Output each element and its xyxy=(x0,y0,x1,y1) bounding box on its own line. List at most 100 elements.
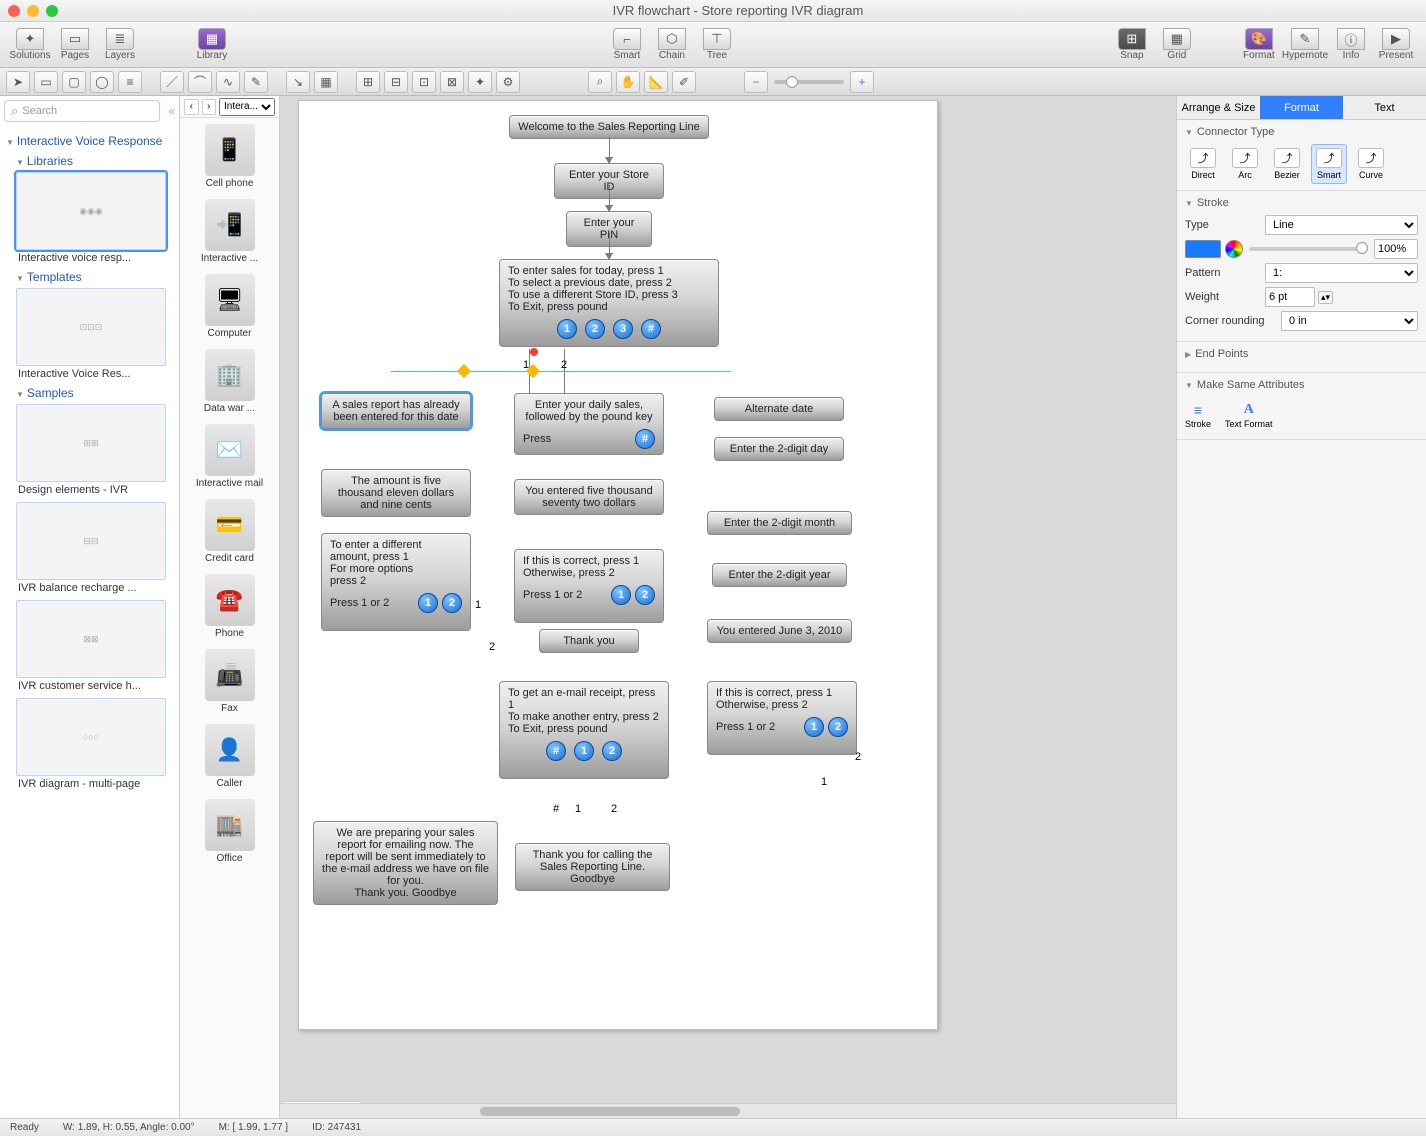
same-textformat-button[interactable]: AText Format xyxy=(1225,401,1273,429)
pen-tool[interactable]: ✎ xyxy=(244,71,268,93)
waypoint-icon[interactable] xyxy=(457,364,471,378)
library-thumbnail[interactable]: ◉◉◉ xyxy=(16,172,166,250)
same-stroke-button[interactable]: ≡Stroke xyxy=(1185,401,1211,429)
section-connector-type[interactable]: Connector Type xyxy=(1185,126,1418,138)
pattern-select[interactable]: 1: xyxy=(1265,263,1418,283)
node-enter-sales[interactable]: Enter your daily sales, followed by the … xyxy=(514,393,664,455)
chain-connector-button[interactable]: ⬡Chain xyxy=(650,28,694,61)
connector-option-arc[interactable]: ⤴Arc xyxy=(1227,144,1263,184)
lib-back-icon[interactable]: ‹ xyxy=(184,99,199,115)
library-item[interactable]: 📲Interactive ... xyxy=(182,199,277,264)
section-endpoints[interactable]: End Points xyxy=(1185,348,1418,360)
opacity-slider[interactable] xyxy=(1249,247,1368,251)
tree-root[interactable]: Interactive Voice Response xyxy=(6,134,173,148)
node-already-entered[interactable]: A sales report has already been entered … xyxy=(321,393,471,429)
color-picker-icon[interactable] xyxy=(1225,240,1243,258)
section-same-attr[interactable]: Make Same Attributes xyxy=(1185,379,1418,391)
node-correct-2[interactable]: If this is correct, press 1 Otherwise, p… xyxy=(707,681,857,755)
solutions-button[interactable]: ✦Solutions xyxy=(8,28,52,61)
zoom-slider[interactable]: − + xyxy=(744,71,874,93)
arc-tool[interactable]: ⌒ xyxy=(188,71,212,93)
lib-fwd-icon[interactable]: › xyxy=(202,99,217,115)
align-tool[interactable]: ⊞ xyxy=(356,71,380,93)
table-tool[interactable]: ▦ xyxy=(314,71,338,93)
line-tool[interactable]: ／ xyxy=(160,71,184,93)
info-button[interactable]: ⓘInfo xyxy=(1329,28,1373,61)
rect-tool[interactable]: ▢ xyxy=(62,71,86,93)
node-mainmenu[interactable]: To enter sales for today, press 1 To sel… xyxy=(499,259,719,347)
settings-tool[interactable]: ⚙ xyxy=(496,71,520,93)
stroke-type-select[interactable]: Line xyxy=(1265,215,1418,235)
library-item[interactable]: ✉️Interactive mail xyxy=(182,424,277,489)
pan-tool[interactable]: ✋ xyxy=(616,71,640,93)
canvas-area[interactable]: Welcome to the Sales Reporting Line Ente… xyxy=(280,96,1176,1118)
spline-tool[interactable]: ∿ xyxy=(216,71,240,93)
distribute-tool[interactable]: ⊟ xyxy=(384,71,408,93)
template-thumbnail[interactable]: ⊡⊡⊡ xyxy=(16,288,166,366)
node-year[interactable]: Enter the 2-digit year xyxy=(712,563,847,587)
library-item[interactable]: 🏬Office xyxy=(182,799,277,864)
node-thankyou[interactable]: Thank you xyxy=(539,629,639,653)
connector-tool[interactable]: ↘ xyxy=(286,71,310,93)
tree-libraries[interactable]: Libraries xyxy=(16,154,173,168)
node-alternate-date[interactable]: Alternate date xyxy=(714,397,844,421)
library-item[interactable]: 💳Credit card xyxy=(182,499,277,564)
connector-option-direct[interactable]: ⤴Direct xyxy=(1185,144,1221,184)
group-tool[interactable]: ⊡ xyxy=(412,71,436,93)
ungroup-tool[interactable]: ⊠ xyxy=(440,71,464,93)
smart-connector-button[interactable]: ⌐Smart xyxy=(605,28,649,61)
library-item[interactable]: ☎️Phone xyxy=(182,574,277,639)
ellipse-tool[interactable]: ◯ xyxy=(90,71,114,93)
stroke-color-chip[interactable] xyxy=(1185,240,1221,258)
select-tool[interactable]: ➤ xyxy=(6,71,30,93)
tab-format[interactable]: Format xyxy=(1260,96,1343,119)
node-goodbye[interactable]: Thank you for calling the Sales Reportin… xyxy=(515,843,670,891)
node-you-entered[interactable]: You entered five thousand seventy two do… xyxy=(514,479,664,515)
section-stroke[interactable]: Stroke xyxy=(1185,197,1418,209)
zoom-out-icon[interactable]: − xyxy=(744,71,768,93)
grid-button[interactable]: ▦Grid xyxy=(1155,28,1199,61)
library-item[interactable]: 📱Cell phone xyxy=(182,124,277,189)
library-select[interactable]: Intera... xyxy=(219,98,275,116)
node-month[interactable]: Enter the 2-digit month xyxy=(707,511,852,535)
close-window[interactable] xyxy=(8,5,20,17)
library-item[interactable]: 📠Fax xyxy=(182,649,277,714)
page-canvas[interactable]: Welcome to the Sales Reporting Line Ente… xyxy=(298,100,938,1030)
node-email-menu[interactable]: To get an e-mail receipt, press 1 To mak… xyxy=(499,681,669,779)
connector-option-smart[interactable]: ⤴Smart xyxy=(1311,144,1347,184)
pages-button[interactable]: ▭Pages xyxy=(53,28,97,61)
opacity-input[interactable] xyxy=(1374,239,1418,259)
zoom-tool[interactable]: ⌕ xyxy=(588,71,612,93)
sample-thumbnail-4[interactable]: ○○○ xyxy=(16,698,166,776)
weight-input[interactable] xyxy=(1265,287,1315,307)
tree-samples[interactable]: Samples xyxy=(16,386,173,400)
node-welcome[interactable]: Welcome to the Sales Reporting Line xyxy=(509,115,709,139)
format-button[interactable]: 🎨Format xyxy=(1237,28,1281,61)
layers-button[interactable]: ≣Layers xyxy=(98,28,142,61)
sample-thumbnail-1[interactable]: ⊞⊞ xyxy=(16,404,166,482)
library-button[interactable]: ▦Library xyxy=(190,28,234,61)
node-date-confirm[interactable]: You entered June 3, 2010 xyxy=(707,619,852,643)
tab-arrange[interactable]: Arrange & Size xyxy=(1177,96,1260,119)
zoom-window[interactable] xyxy=(46,5,58,17)
node-amount-confirm[interactable]: The amount is five thousand eleven dolla… xyxy=(321,469,471,517)
weight-stepper[interactable]: ▴▾ xyxy=(1318,291,1333,304)
node-emailing[interactable]: We are preparing your sales report for e… xyxy=(313,821,498,905)
connector-option-curve[interactable]: ⤴Curve xyxy=(1353,144,1389,184)
node-day[interactable]: Enter the 2-digit day xyxy=(714,437,844,461)
text-tool[interactable]: ≡ xyxy=(118,71,142,93)
eyedropper-tool[interactable]: ✐ xyxy=(672,71,696,93)
tree-connector-button[interactable]: ⊤Tree xyxy=(695,28,739,61)
tree-templates[interactable]: Templates xyxy=(16,270,173,284)
connector-option-bezier[interactable]: ⤴Bezier xyxy=(1269,144,1305,184)
hypernote-button[interactable]: ✎Hypernote xyxy=(1282,28,1328,61)
collapse-panel-icon[interactable]: « xyxy=(164,104,179,118)
horizontal-scrollbar[interactable] xyxy=(280,1103,1176,1118)
minimize-window[interactable] xyxy=(27,5,39,17)
node-diff-amount[interactable]: To enter a different amount, press 1 For… xyxy=(321,533,471,631)
present-button[interactable]: ▶Present xyxy=(1374,28,1418,61)
search-input[interactable]: Search xyxy=(4,100,160,122)
library-item[interactable]: 👤Caller xyxy=(182,724,277,789)
snap-button[interactable]: ⊞Snap xyxy=(1110,28,1154,61)
wand-tool[interactable]: ✦ xyxy=(468,71,492,93)
